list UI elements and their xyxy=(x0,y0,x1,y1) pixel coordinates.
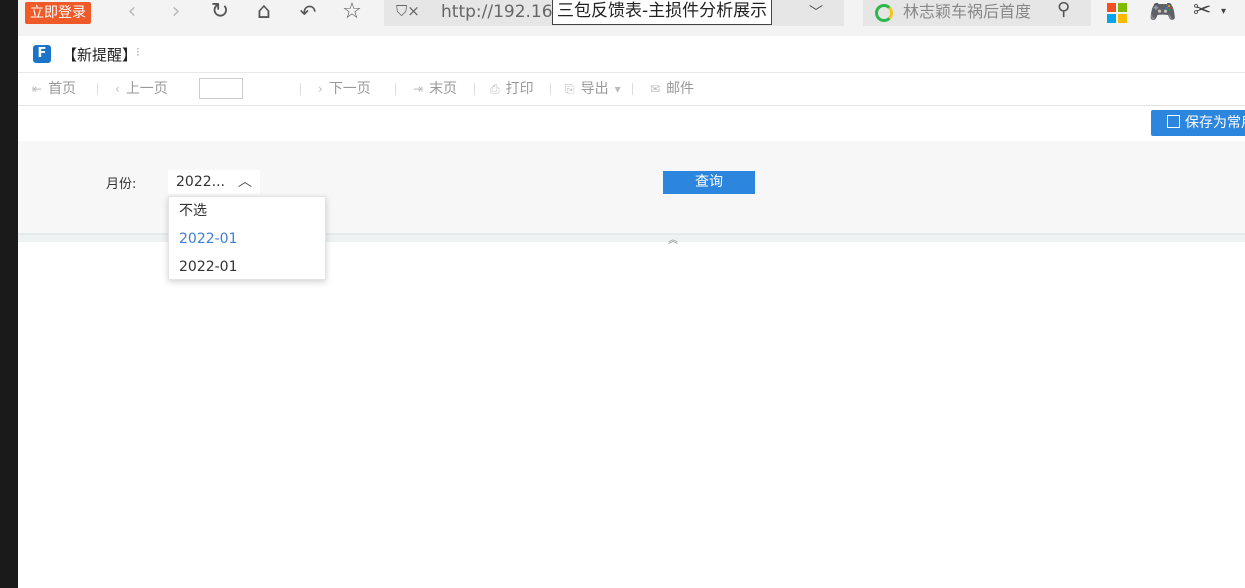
month-select[interactable]: 2022... ︿ xyxy=(168,170,260,194)
page-number-input[interactable] xyxy=(199,78,243,99)
toolbar-divider xyxy=(474,83,475,95)
chevron-down-icon[interactable]: ﹀ xyxy=(809,2,823,22)
chevron-down-icon: ▾ xyxy=(614,82,621,96)
browser-toolbar: 立即登录 ‹ › ↻ ⌂ ↶ ☆ ⛉× http://192.16 三包反馈表-… xyxy=(18,0,1245,36)
page: 立即登录 ‹ › ↻ ⌂ ↶ ☆ ⛉× http://192.16 三包反馈表-… xyxy=(18,0,1245,588)
print-button[interactable]: ⎙ 打印 xyxy=(490,73,534,105)
print-icon: ⎙ xyxy=(490,82,500,96)
header-divider: ⁝ xyxy=(136,45,140,59)
toolbar-divider xyxy=(300,83,301,95)
prev-page-button[interactable]: ‹ 上一页 xyxy=(115,73,168,105)
toolbar-divider xyxy=(97,83,98,95)
toolbar-divider xyxy=(395,83,396,95)
search-engine-icon xyxy=(875,4,893,22)
game-icon[interactable]: 🎮 xyxy=(1149,0,1176,25)
chevron-up-icon[interactable]: ︿ xyxy=(238,170,252,194)
mail-button[interactable]: ✉ 邮件 xyxy=(650,73,694,105)
tab-title[interactable]: 三包反馈表-主损件分析展示 xyxy=(552,0,773,25)
undo-icon[interactable]: ↶ xyxy=(295,0,321,26)
toolbar-divider xyxy=(632,83,633,95)
windows-icon[interactable] xyxy=(1107,3,1127,23)
reload-icon[interactable]: ↻ xyxy=(207,0,233,26)
query-button[interactable]: 查询 xyxy=(663,171,755,194)
star-icon[interactable]: ☆ xyxy=(339,0,365,26)
dropdown-option-selected[interactable]: 2022-01 xyxy=(179,225,238,253)
month-select-value: 2022... xyxy=(176,174,225,190)
url-text[interactable]: http://192.16 xyxy=(441,0,553,24)
month-dropdown: 不选 2022-01 2022-01 xyxy=(168,196,326,280)
report-toolbar: ⇤ 首页 ‹ 上一页 › 下一页 ⇥ 末页 ⎙ 打印 ⎘ 导出 ▾ ✉ 邮件 xyxy=(18,73,1245,106)
save-icon xyxy=(1167,115,1180,128)
app-logo-icon: F xyxy=(33,45,51,63)
export-button[interactable]: ⎘ 导出 ▾ xyxy=(565,73,627,105)
scissors-menu-caret-icon[interactable]: ▾ xyxy=(1221,6,1226,17)
next-page-icon: › xyxy=(318,82,323,96)
first-page-icon: ⇤ xyxy=(32,82,43,96)
scissors-icon[interactable]: ✂ xyxy=(1193,0,1211,23)
search-bar[interactable]: 林志颖车祸后首度 ⚲ xyxy=(863,0,1091,26)
search-input[interactable]: 林志颖车祸后首度 xyxy=(903,0,1031,24)
app-header: F 【新提醒】 ⁝ xyxy=(18,36,1245,73)
next-page-button[interactable]: › 下一页 xyxy=(318,73,371,105)
mail-icon: ✉ xyxy=(650,82,661,96)
forward-icon[interactable]: › xyxy=(163,0,189,26)
search-icon[interactable]: ⚲ xyxy=(1057,0,1070,20)
collapse-icon[interactable]: ︽ xyxy=(668,231,678,246)
export-icon: ⎘ xyxy=(565,82,575,96)
dropdown-option[interactable]: 2022-01 xyxy=(179,253,238,281)
last-page-button[interactable]: ⇥ 末页 xyxy=(413,73,457,105)
address-bar[interactable]: ⛉× http://192.16 三包反馈表-主损件分析展示 ﹀ xyxy=(384,0,844,26)
app-title[interactable]: 【新提醒】 xyxy=(62,44,137,65)
save-favorite-button[interactable]: 保存为常用 xyxy=(1151,110,1245,136)
dropdown-option[interactable]: 不选 xyxy=(179,197,207,225)
shield-icon[interactable]: ⛉× xyxy=(396,2,420,20)
login-button[interactable]: 立即登录 xyxy=(25,2,91,24)
prev-page-icon: ‹ xyxy=(115,82,120,96)
home-icon[interactable]: ⌂ xyxy=(251,0,277,26)
back-icon[interactable]: ‹ xyxy=(119,0,145,26)
toolbar-divider xyxy=(550,83,551,95)
last-page-icon: ⇥ xyxy=(413,82,424,96)
month-label: 月份: xyxy=(106,177,137,192)
first-page-button[interactable]: ⇤ 首页 xyxy=(32,73,76,105)
